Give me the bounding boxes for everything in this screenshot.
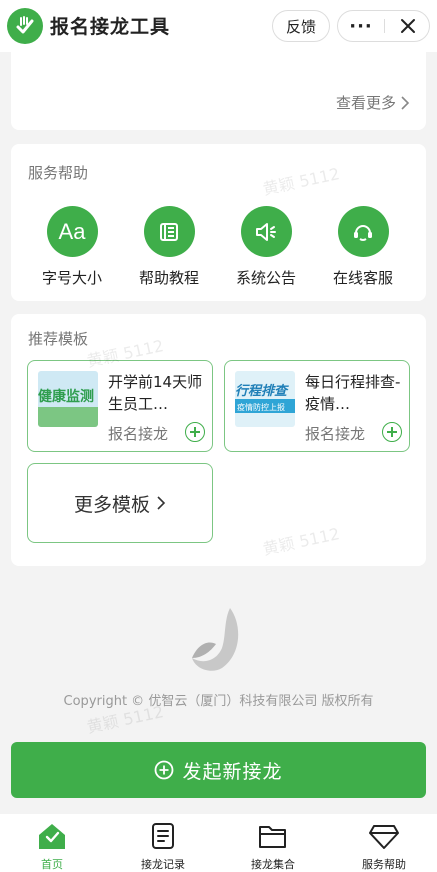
help-item-tutorial[interactable]: 帮助教程 bbox=[124, 206, 214, 288]
template-title: 开学前14天师生员工… bbox=[108, 373, 203, 413]
tutorial-icon bbox=[143, 206, 195, 257]
tab-service-help[interactable]: 服务帮助 bbox=[344, 820, 424, 872]
view-more-link[interactable]: 查看更多 bbox=[336, 92, 410, 113]
app-logo bbox=[7, 8, 43, 44]
template-card[interactable]: 行程排查 疫情防控上报 每日行程排查-疫情… 报名接龙 bbox=[224, 360, 410, 452]
template-thumb-text: 健康监测 bbox=[38, 388, 94, 405]
tab-label: 首页 bbox=[41, 858, 63, 871]
font-size-icon-text: Aa bbox=[58, 218, 86, 244]
template-thumb-text: 行程排查 bbox=[235, 383, 289, 399]
company-logo bbox=[186, 604, 246, 674]
add-template-button[interactable] bbox=[185, 422, 205, 442]
template-type: 报名接龙 bbox=[305, 425, 366, 443]
templates-card: 推荐模板 健康监测 开学前14天师生员工… 报名接龙 行程排查 疫情防控上报 每… bbox=[11, 314, 426, 566]
more-templates-button[interactable]: 更多模板 bbox=[27, 463, 213, 543]
section-title-templates: 推荐模板 bbox=[28, 330, 89, 348]
top-bar: 报名接龙工具 反馈 ··· bbox=[0, 0, 437, 52]
announcement-icon bbox=[240, 206, 292, 257]
feedback-button[interactable]: 反馈 bbox=[272, 10, 330, 42]
chevron-right-icon bbox=[157, 496, 166, 510]
app-title: 报名接龙工具 bbox=[50, 16, 171, 38]
more-options-button[interactable]: ··· bbox=[338, 11, 384, 41]
help-item-announcement[interactable]: 系统公告 bbox=[221, 206, 311, 288]
folder-icon bbox=[256, 820, 290, 852]
customer-service-icon bbox=[337, 206, 389, 257]
record-icon bbox=[146, 820, 180, 852]
tab-label: 接龙记录 bbox=[141, 858, 185, 871]
template-card[interactable]: 健康监测 开学前14天师生员工… 报名接龙 bbox=[27, 360, 213, 452]
help-item-label: 在线客服 bbox=[332, 269, 393, 287]
diamond-icon bbox=[367, 820, 401, 852]
hand-check-icon bbox=[16, 16, 34, 34]
help-item-label: 帮助教程 bbox=[138, 269, 199, 287]
template-title: 每日行程排查-疫情… bbox=[305, 373, 401, 413]
bottom-tab-bar: 首页 接龙记录 接龙集合 服务帮助 bbox=[0, 814, 437, 872]
tab-home[interactable]: 首页 bbox=[12, 820, 92, 872]
recent-card: 查看更多 bbox=[11, 52, 426, 130]
view-more-label: 查看更多 bbox=[335, 94, 396, 112]
tab-records[interactable]: 接龙记录 bbox=[123, 820, 203, 872]
section-title-help: 服务帮助 bbox=[28, 164, 89, 182]
copyright-text: Copyright © 优智云（厦门）科技有限公司 版权所有 bbox=[63, 694, 374, 709]
miniprogram-capsule: ··· bbox=[337, 10, 430, 42]
template-thumbnail: 行程排查 疫情防控上报 bbox=[235, 371, 295, 427]
close-icon bbox=[400, 19, 415, 33]
add-template-button[interactable] bbox=[382, 422, 402, 442]
chevron-right-icon bbox=[401, 95, 410, 110]
launch-button-label: 发起新接龙 bbox=[182, 760, 283, 783]
help-item-font-size[interactable]: Aa 字号大小 bbox=[27, 206, 117, 288]
help-item-label: 系统公告 bbox=[235, 269, 296, 287]
home-icon bbox=[35, 820, 69, 852]
launch-new-jielong-button[interactable]: 发起新接龙 bbox=[11, 742, 426, 798]
more-templates-label: 更多模板 bbox=[73, 493, 150, 516]
service-help-card: 服务帮助 Aa 字号大小 帮助教程 系统公告 在线客服 bbox=[11, 144, 426, 301]
template-thumb-subtext: 疫情防控上报 bbox=[237, 402, 285, 412]
tab-collection[interactable]: 接龙集合 bbox=[233, 820, 313, 872]
plus-circle-icon bbox=[155, 760, 174, 780]
plus-icon bbox=[190, 427, 200, 437]
help-item-label: 字号大小 bbox=[41, 269, 102, 287]
font-size-icon: Aa bbox=[46, 206, 98, 257]
help-item-customer-service[interactable]: 在线客服 bbox=[318, 206, 408, 288]
close-button[interactable] bbox=[385, 11, 430, 41]
tab-label: 接龙集合 bbox=[251, 858, 295, 871]
template-thumbnail: 健康监测 bbox=[38, 371, 98, 427]
plus-icon bbox=[387, 427, 397, 437]
template-type: 报名接龙 bbox=[108, 425, 169, 443]
tab-label: 服务帮助 bbox=[362, 858, 406, 871]
